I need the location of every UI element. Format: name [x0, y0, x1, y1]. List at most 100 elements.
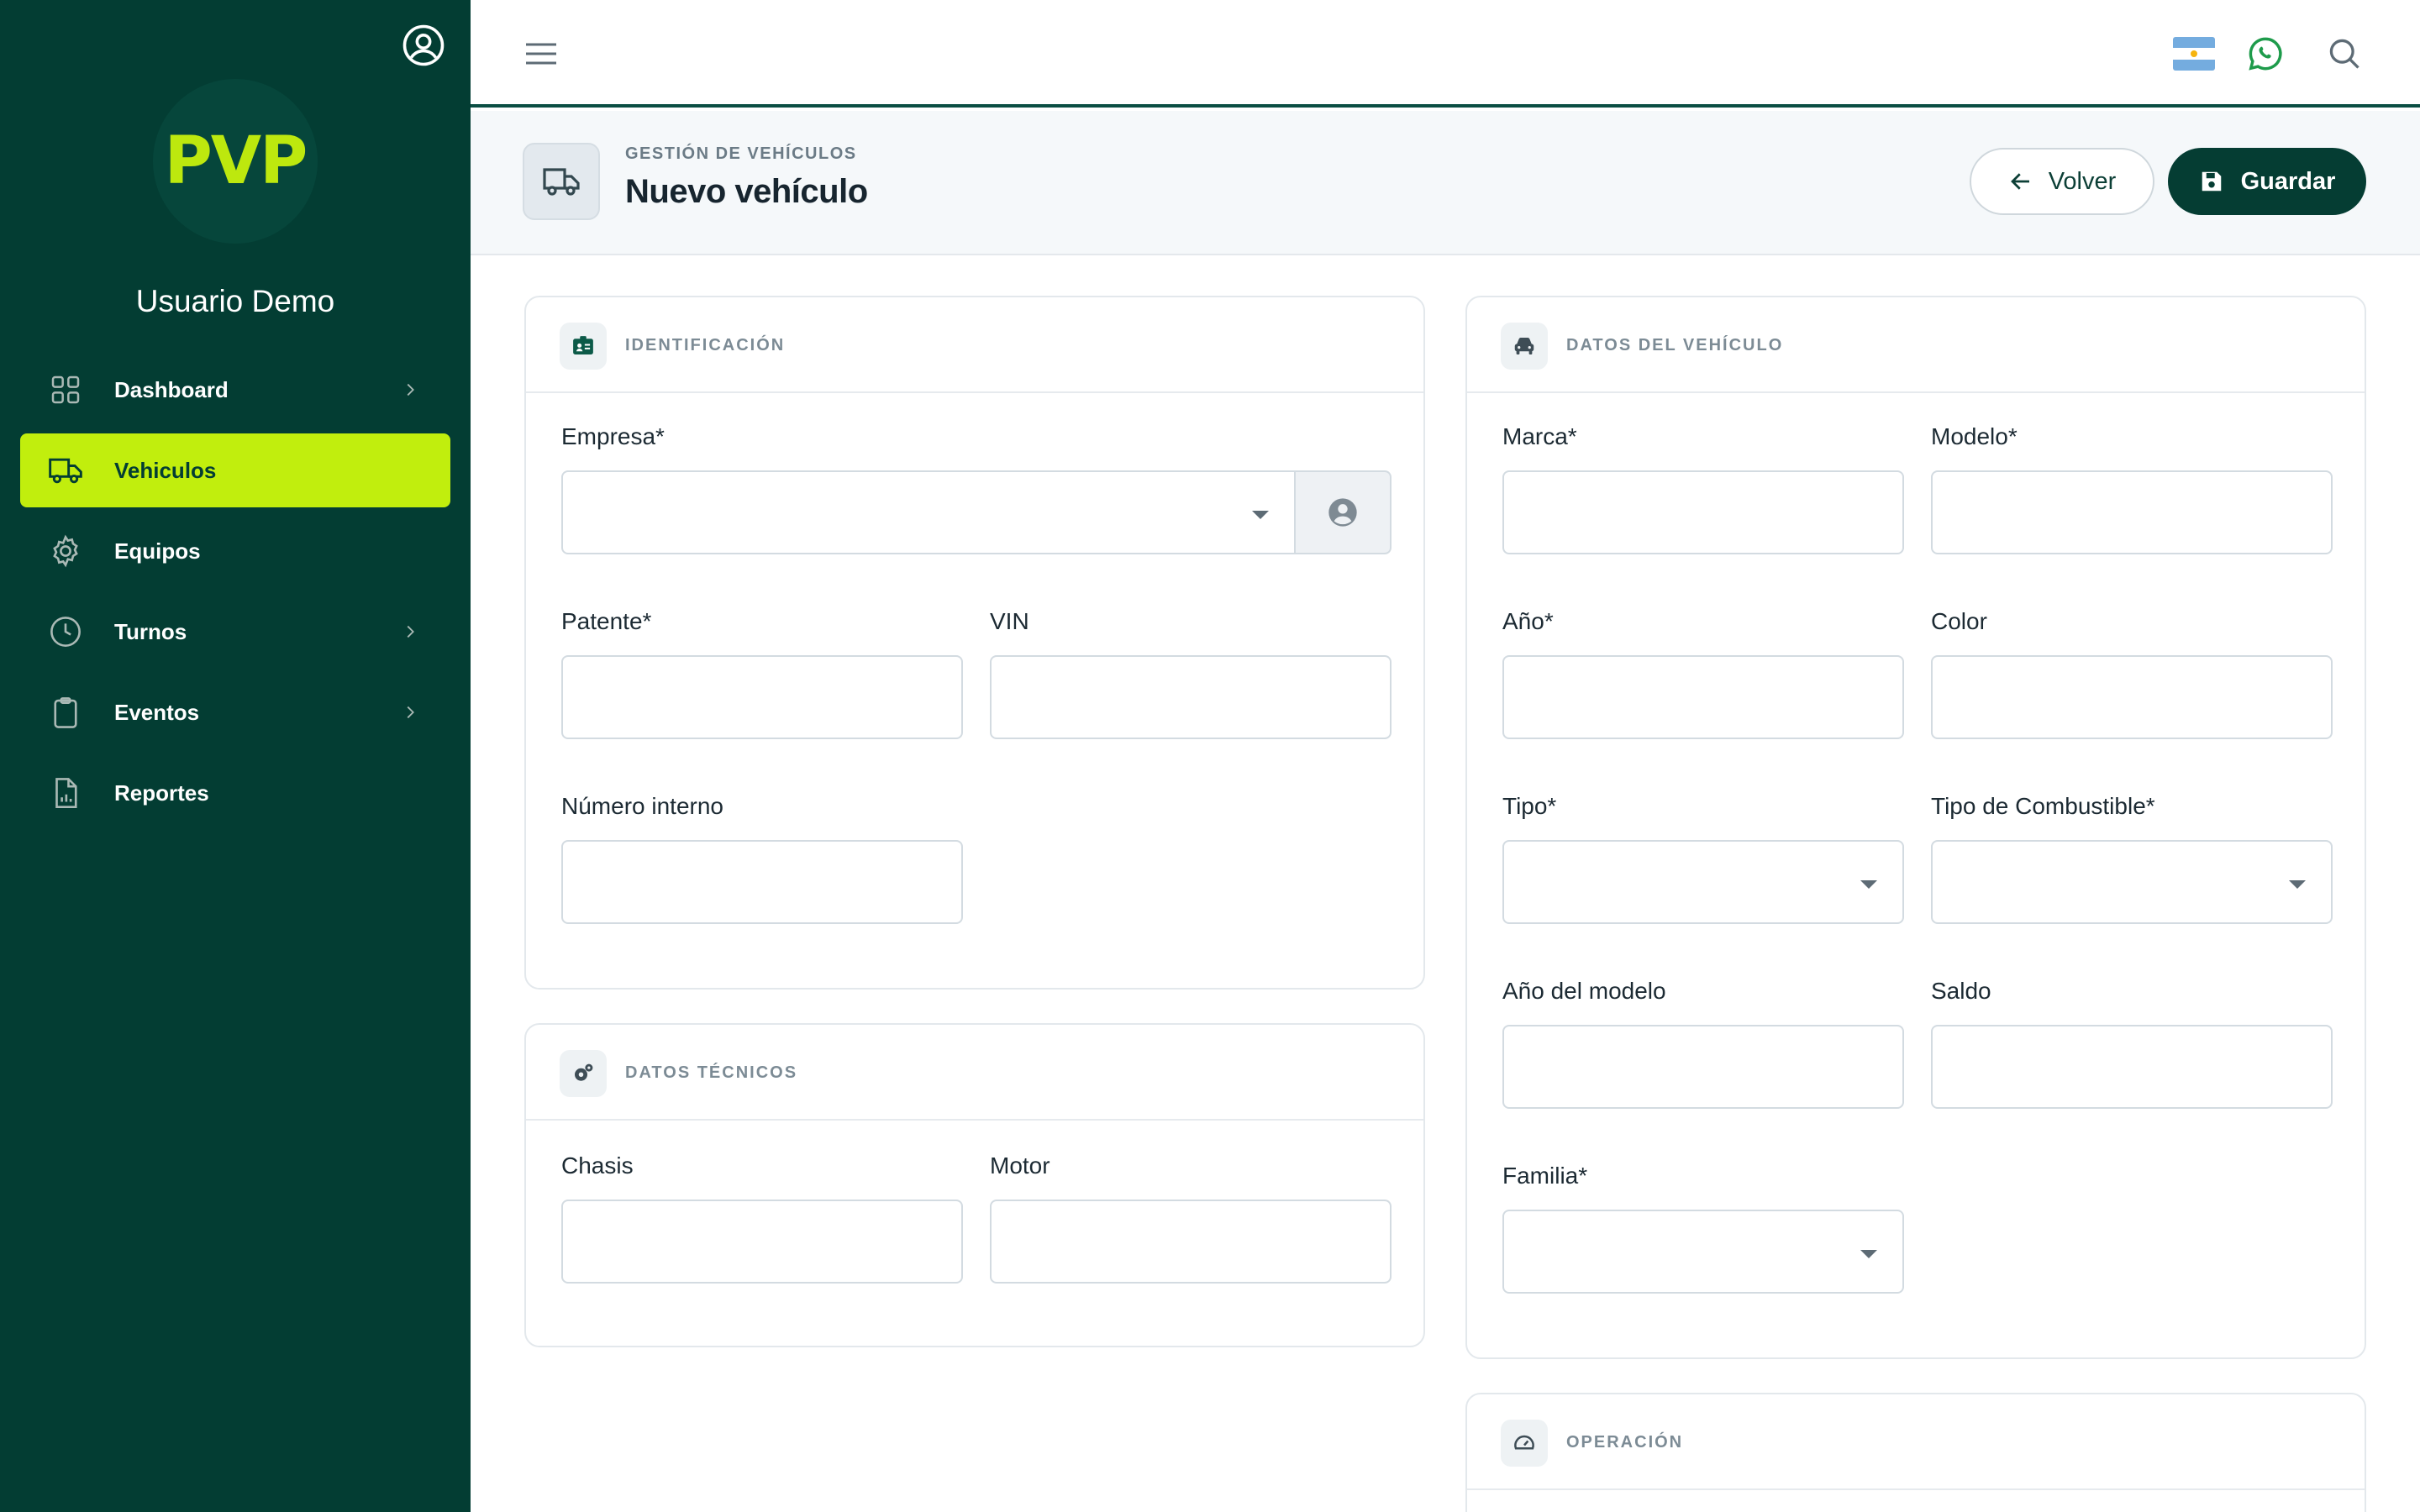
empresa-field: Empresa* — [561, 420, 1392, 556]
card-title: IDENTIFICACIÓN — [625, 336, 786, 354]
truck-icon — [523, 143, 600, 220]
anio-modelo-input[interactable] — [1502, 1025, 1904, 1109]
card-operacion: OPERACIÓN — [1465, 1393, 2366, 1512]
id-badge-icon — [560, 323, 607, 370]
anio-modelo-field: Año del modelo — [1502, 974, 1904, 1109]
sidebar-item-label: Vehiculos — [114, 457, 217, 483]
motor-input[interactable] — [990, 1200, 1392, 1284]
empresa-user-button[interactable] — [1294, 470, 1392, 554]
brand-logo: PVP — [153, 79, 318, 244]
sidebar-item-equipos[interactable]: Equipos — [20, 514, 450, 588]
save-button-label: Guardar — [2240, 167, 2336, 195]
sidebar-item-label: Dashboard — [114, 376, 229, 402]
search-icon[interactable] — [2324, 34, 2365, 74]
color-field: Color — [1931, 605, 2333, 739]
familia-select[interactable] — [1502, 1210, 1904, 1294]
sidebar-item-turnos[interactable]: Turnos — [20, 595, 450, 669]
chevron-right-icon — [400, 702, 420, 722]
floppy-disk-icon — [2202, 171, 2221, 192]
card-header: DATOS TÉCNICOS — [526, 1025, 1423, 1121]
caret-down-icon — [1860, 880, 1877, 889]
car-icon — [1501, 323, 1548, 370]
card-title: OPERACIÓN — [1566, 1433, 1684, 1452]
sidebar-item-label: Reportes — [114, 780, 209, 806]
clock-icon — [47, 613, 84, 650]
chasis-label: Chasis — [561, 1152, 634, 1179]
saldo-field: Saldo — [1931, 974, 2333, 1109]
user-circle-icon — [1328, 498, 1357, 527]
card-datos-vehiculo: DATOS DEL VEHÍCULO Marca* Modelo* Año* C… — [1465, 296, 2366, 1359]
anio-field: Año* — [1502, 605, 1904, 739]
sidebar-item-vehiculos[interactable]: Vehiculos — [20, 433, 450, 507]
modelo-label: Modelo* — [1931, 423, 2018, 449]
saldo-input[interactable] — [1931, 1025, 2333, 1109]
numero-interno-field: Número interno — [561, 790, 963, 924]
combustible-field: Tipo de Combustible* — [1931, 790, 2333, 924]
chevron-right-icon — [400, 622, 420, 642]
sidebar-item-eventos[interactable]: Eventos — [20, 675, 450, 749]
top-bar — [471, 0, 2420, 108]
combustible-label: Tipo de Combustible* — [1931, 793, 2155, 819]
sidebar-item-reportes[interactable]: Reportes — [20, 756, 450, 830]
combustible-select[interactable] — [1931, 840, 2333, 924]
whatsapp-icon[interactable] — [2245, 34, 2286, 74]
numero-interno-label: Número interno — [561, 793, 723, 819]
tipo-select[interactable] — [1502, 840, 1904, 924]
user-profile-icon[interactable] — [398, 20, 449, 71]
modelo-input[interactable] — [1931, 470, 2333, 554]
tipo-field: Tipo* — [1502, 790, 1904, 924]
clipboard-icon — [47, 694, 84, 731]
patente-input[interactable] — [561, 655, 963, 739]
familia-label: Familia* — [1502, 1163, 1588, 1189]
marca-field: Marca* — [1502, 420, 1904, 554]
sidebar-nav: Dashboard Vehiculos Equipos Turnos Event… — [20, 353, 450, 837]
caret-down-icon — [1860, 1250, 1877, 1258]
sidebar: PVP Usuario Demo Dashboard Vehiculos Equ… — [0, 0, 471, 1512]
sidebar-item-label: Eventos — [114, 699, 200, 725]
chasis-input[interactable] — [561, 1200, 963, 1284]
sidebar-item-label: Equipos — [114, 538, 201, 564]
vin-field: VIN — [990, 605, 1392, 739]
anio-input[interactable] — [1502, 655, 1904, 739]
logo-text: PVP — [164, 123, 308, 199]
card-header: OPERACIÓN — [1467, 1394, 2365, 1490]
motor-label: Motor — [990, 1152, 1050, 1179]
marca-input[interactable] — [1502, 470, 1904, 554]
argentina-flag-icon[interactable] — [2173, 37, 2215, 71]
vin-input[interactable] — [990, 655, 1392, 739]
back-button-label: Volver — [2048, 167, 2117, 195]
caret-down-icon — [1252, 511, 1269, 519]
anio-label: Año* — [1502, 608, 1554, 634]
motor-field: Motor — [990, 1149, 1392, 1284]
card-header: DATOS DEL VEHÍCULO — [1467, 297, 2365, 393]
hamburger-menu-icon[interactable] — [521, 34, 561, 74]
card-datos-tecnicos: DATOS TÉCNICOS Chasis Motor — [524, 1023, 1425, 1347]
back-button[interactable]: Volver — [1970, 148, 2154, 215]
saldo-label: Saldo — [1931, 978, 1991, 1004]
empresa-label: Empresa* — [561, 423, 665, 449]
username: Usuario Demo — [135, 284, 335, 318]
tipo-label: Tipo* — [1502, 793, 1557, 819]
save-button[interactable]: Guardar — [2168, 148, 2366, 215]
page-header: GESTIÓN DE VEHÍCULOS Nuevo vehículo Volv… — [471, 111, 2420, 255]
patente-label: Patente* — [561, 608, 652, 634]
familia-field: Familia* — [1502, 1159, 1904, 1294]
caret-down-icon — [2289, 880, 2306, 889]
report-file-icon — [47, 774, 84, 811]
vin-label: VIN — [990, 608, 1029, 634]
arrow-left-icon — [2010, 173, 2029, 190]
card-title: DATOS DEL VEHÍCULO — [1566, 336, 1784, 354]
color-input[interactable] — [1931, 655, 2333, 739]
card-header: IDENTIFICACIÓN — [526, 297, 1423, 393]
breadcrumb: GESTIÓN DE VEHÍCULOS — [625, 144, 857, 163]
numero-interno-input[interactable] — [561, 840, 963, 924]
card-identificacion: IDENTIFICACIÓN Empresa* Patente* VIN Núm… — [524, 296, 1425, 990]
color-label: Color — [1931, 608, 1987, 634]
gears-icon — [560, 1050, 607, 1097]
page-title: Nuevo vehículo — [625, 173, 868, 210]
sidebar-item-dashboard[interactable]: Dashboard — [20, 353, 450, 427]
chasis-field: Chasis — [561, 1149, 963, 1284]
gear-icon — [47, 533, 84, 570]
empresa-select[interactable] — [561, 470, 1296, 554]
grid-icon — [47, 371, 84, 408]
